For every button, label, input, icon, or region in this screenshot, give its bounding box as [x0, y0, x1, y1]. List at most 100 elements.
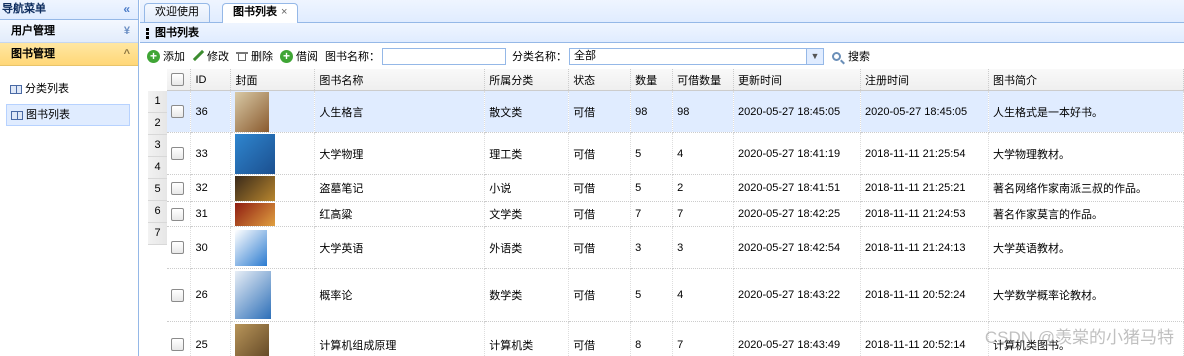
- row-checkbox[interactable]: [167, 132, 192, 175]
- row-checkbox[interactable]: [167, 268, 192, 322]
- cover-cell: [230, 201, 316, 227]
- borrow-button[interactable]: + 借阅: [280, 48, 318, 64]
- table-row[interactable]: 36 人生格言 散文类 可借 98 98 2020-05-27 18:45:05 2020-0…: [167, 90, 1184, 133]
- tab-bar: 欢迎使用 图书列表 ×: [140, 0, 1184, 23]
- chevron-down-icon[interactable]: ▼: [806, 48, 823, 64]
- cell-status: 可借: [568, 268, 632, 322]
- checkbox-icon: [171, 288, 184, 302]
- cell-intro: 人生格式是一本好书。: [988, 90, 1184, 133]
- column-header[interactable]: ID: [190, 69, 232, 91]
- delete-button[interactable]: 删除: [236, 48, 273, 64]
- column-header[interactable]: 更新时间: [733, 69, 861, 91]
- search-icon: [832, 51, 841, 61]
- cell-updated: 2020-05-27 18:41:19: [733, 132, 861, 175]
- book-icon: [10, 84, 22, 94]
- row-number: 4: [148, 157, 167, 179]
- row-checkbox[interactable]: [167, 174, 192, 202]
- checkbox-icon: [171, 241, 184, 254]
- checkbox-icon: [171, 338, 184, 351]
- cell-updated: 2020-05-27 18:42:25: [733, 201, 861, 227]
- cell-intro: 大学数学概率论教材。: [988, 268, 1184, 322]
- edit-button[interactable]: 修改: [192, 48, 229, 64]
- checkbox-icon: [171, 105, 184, 118]
- cell-registered: 2018-11-11 21:24:13: [860, 226, 989, 269]
- row-checkbox[interactable]: [167, 90, 192, 133]
- column-header[interactable]: 数量: [630, 69, 674, 91]
- table-row[interactable]: 32 盗墓笔记 小说 可借 5 2 2020-05-27 18:41:51 2018-11-1…: [167, 174, 1184, 202]
- table-header-row: ID 封面 图书名称 所属分类 状态 数量 可借数量 更新时间 注册时间 图书简…: [167, 69, 1184, 91]
- cell-id: 32: [190, 174, 232, 202]
- sidebar-group-user-management[interactable]: 用户管理 ¥: [0, 20, 138, 43]
- table-row[interactable]: 33 大学物理 理工类 可借 5 4 2020-05-27 18:41:19 2018-11-…: [167, 132, 1184, 175]
- cover-cell: [230, 226, 316, 269]
- table-row[interactable]: 26 概率论 数学类 可借 5 4 2020-05-27 18:43:22 2018-11-1…: [167, 268, 1184, 322]
- cell-intro: 著名网络作家南派三叔的作品。: [988, 174, 1184, 202]
- book-name-input[interactable]: [382, 47, 506, 65]
- row-number: 3: [148, 135, 167, 157]
- cell-quantity: 5: [630, 268, 674, 322]
- cell-quantity: 3: [630, 226, 674, 269]
- book-name-label: 图书名称：: [325, 51, 380, 63]
- column-header[interactable]: 所属分类: [484, 69, 570, 91]
- cell-category: 外语类: [484, 226, 570, 269]
- cell-available: 7: [672, 201, 735, 227]
- sidebar-links: 分类列表 图书列表: [0, 66, 138, 126]
- book-table: ID 封面 图书名称 所属分类 状态 数量 可借数量 更新时间 注册时间 图书简…: [167, 69, 1184, 356]
- category-select[interactable]: 全部 ▼: [569, 47, 824, 65]
- row-checkbox[interactable]: [167, 321, 192, 356]
- column-header[interactable]: 图书名称: [314, 69, 486, 91]
- more-vertical-icon: [146, 27, 149, 40]
- cell-status: 可借: [568, 132, 632, 175]
- sidebar-title: 导航菜单 «: [0, 0, 138, 20]
- cell-updated: 2020-05-27 18:43:22: [733, 268, 861, 322]
- column-header[interactable]: 可借数量: [672, 69, 735, 91]
- cell-category: 数学类: [484, 268, 570, 322]
- add-button[interactable]: + 添加: [147, 48, 185, 64]
- search-label: 搜索: [848, 51, 870, 63]
- cell-available: 98: [672, 90, 735, 133]
- column-header[interactable]: 注册时间: [860, 69, 989, 91]
- sidebar-group-book-management[interactable]: 图书管理 ^: [0, 43, 138, 66]
- cell-category: 计算机类: [484, 321, 570, 356]
- sidebar-item-category-list[interactable]: 分类列表: [6, 78, 130, 100]
- cell-available: 7: [672, 321, 735, 356]
- collapse-icon[interactable]: «: [123, 0, 130, 19]
- tab-welcome[interactable]: 欢迎使用: [144, 3, 210, 22]
- checkbox-icon: [171, 147, 184, 160]
- cover-cell: [230, 90, 316, 133]
- table-row[interactable]: 30 大学英语 外语类 可借 3 3 2020-05-27 18:42:54 2018-11-…: [167, 226, 1184, 269]
- row-checkbox[interactable]: [167, 201, 192, 227]
- plus-circle-icon: +: [147, 49, 160, 63]
- cell-registered: 2020-05-27 18:45:05: [860, 90, 989, 133]
- row-number: 1: [148, 91, 167, 113]
- tab-book-list[interactable]: 图书列表 ×: [222, 3, 299, 23]
- row-checkbox[interactable]: [167, 226, 192, 269]
- cell-name: 红高粱: [314, 201, 486, 227]
- book-cover-image: [235, 175, 276, 201]
- column-header[interactable]: 图书简介: [988, 69, 1184, 91]
- column-header[interactable]: 状态: [568, 69, 632, 91]
- sidebar-item-book-list[interactable]: 图书列表: [6, 104, 130, 126]
- panel-title: 图书列表: [140, 23, 1184, 43]
- cell-updated: 2020-05-27 18:42:54: [733, 226, 861, 269]
- cell-name: 概率论: [314, 268, 486, 322]
- cell-category: 理工类: [484, 132, 570, 175]
- table-row[interactable]: 31 红高粱 文学类 可借 7 7 2020-05-27 18:42:25 2018-11-1…: [167, 201, 1184, 227]
- cell-status: 可借: [568, 174, 632, 202]
- edit-label: 修改: [207, 51, 229, 63]
- close-icon[interactable]: ×: [281, 6, 287, 18]
- chevron-up-icon: ^: [123, 48, 130, 60]
- select-all-checkbox[interactable]: [167, 69, 192, 91]
- column-header[interactable]: 封面: [230, 69, 316, 91]
- row-number: 2: [148, 113, 167, 135]
- cover-cell: [230, 268, 316, 322]
- cell-name: 人生格言: [314, 90, 486, 133]
- sidebar-item-label: 图书列表: [26, 109, 70, 121]
- search-button[interactable]: 搜索: [832, 48, 870, 64]
- cell-quantity: 7: [630, 201, 674, 227]
- cell-id: 25: [190, 321, 232, 356]
- cell-intro: 大学英语教材。: [988, 226, 1184, 269]
- cell-id: 33: [190, 132, 232, 175]
- cell-registered: 2018-11-11 20:52:24: [860, 268, 989, 322]
- cell-id: 26: [190, 268, 232, 322]
